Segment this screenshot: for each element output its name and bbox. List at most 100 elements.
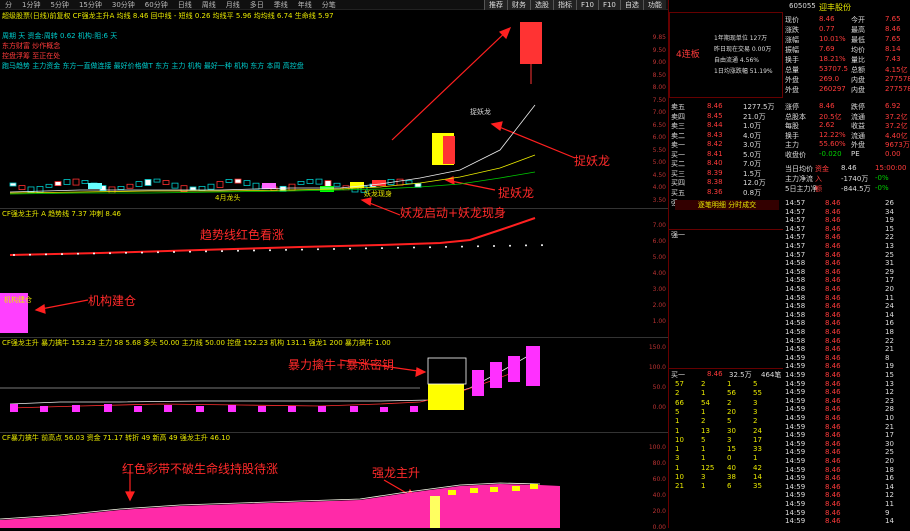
sub2-bar (410, 406, 418, 412)
quote-cell: 37.2亿 (885, 112, 908, 121)
trend-dot (429, 246, 431, 249)
quote-cell: 涨停 (785, 103, 799, 111)
annotation-yaolongqidong: 妖龙启动+妖龙现身 (400, 206, 507, 220)
sub2-bar (104, 404, 112, 412)
quote-cell: 8.46 (885, 25, 901, 33)
bid-queue-cell: 17 (753, 435, 762, 444)
candle (18, 185, 26, 190)
quote-cell: 买五 (671, 188, 685, 197)
bid-queue-cell: 30 (727, 426, 736, 435)
quote-cell: -0.020 (819, 149, 842, 158)
tick-time: 14:59 (785, 457, 806, 465)
kline-chart[interactable] (0, 0, 668, 528)
chart-small-label: 妖龙现身 (364, 190, 392, 198)
tick-vol: 13 (885, 242, 894, 250)
ma-line-white (9, 104, 536, 193)
sub2-bar (380, 407, 388, 412)
quote-cell: 主力 (785, 141, 799, 149)
tick-time: 14:57 (785, 224, 806, 233)
trade-tab[interactable]: 逐笔明细 分时成交 (675, 200, 779, 210)
chart-small-label: 机构建仓 (4, 296, 32, 304)
tick-time: 14:58 (785, 310, 806, 319)
tick-price: 8.46 (825, 216, 841, 225)
bid-queue-cell: 1 (701, 389, 706, 398)
bid-vol: 32.5万 (729, 371, 752, 379)
quote-cell: 8.36 (707, 187, 723, 196)
bid-queue-cell: 33 (753, 445, 762, 454)
tick-time: 14:59 (785, 517, 806, 526)
tick-price: 8.46 (825, 199, 841, 207)
quote-cell: 3.0万 (743, 141, 762, 149)
tick-price: 8.46 (825, 267, 841, 276)
sub2-bar (40, 406, 48, 412)
quote-cell: 55.60% (819, 140, 846, 148)
quote-cell: 外盘 (785, 86, 799, 94)
main-candles (9, 22, 542, 194)
candle (405, 180, 413, 185)
trend-dot (157, 251, 159, 254)
bid-queue-cell: 2 (701, 380, 706, 388)
trend-dot (125, 251, 127, 254)
axis-tick: 100.0 (648, 444, 666, 451)
trend-dot (173, 251, 175, 253)
candle (306, 179, 314, 184)
tick-price: 8.46 (825, 259, 841, 268)
annotation-arrows (34, 26, 576, 502)
trend-dot (221, 250, 223, 253)
axis-tick: 40.0 (652, 492, 666, 499)
axis-tick: 0.00 (652, 404, 666, 411)
tick-vol: 8 (885, 353, 890, 362)
annotation-jigoujiancang: 机构建仓 (88, 294, 137, 308)
bid-price: 8.46 (707, 370, 723, 378)
quote-cell: 收益 (851, 122, 865, 130)
bid-queue-cell: 1 (727, 380, 732, 388)
tick-time: 14:58 (785, 302, 806, 311)
trend-dot (509, 244, 511, 247)
tick-price: 8.46 (825, 285, 841, 293)
quote-cell: 内盘 (851, 86, 865, 94)
trend-dot (525, 244, 527, 247)
bid-queue-cell: 54 (701, 398, 710, 407)
candle (54, 181, 62, 186)
candle (297, 181, 305, 185)
trend-dot (349, 247, 351, 250)
axis-tick: 9.00 (652, 59, 666, 66)
sub3-mark (512, 486, 520, 491)
sub2-bar (318, 406, 326, 412)
trend-dot (333, 248, 335, 250)
tick-vol: 20 (885, 285, 894, 293)
quote-cell: 主力净流 (785, 175, 813, 183)
axis-tick: 7.50 (652, 96, 666, 104)
quote-cell: 卖五 (671, 103, 685, 111)
bid-queue-cell: 24 (753, 426, 762, 435)
tick-vol: 20 (885, 457, 894, 465)
quote-cell: 入 (815, 175, 822, 183)
axis-tick: 7.00 (652, 222, 666, 229)
quote-cell: 0.00 (885, 149, 901, 158)
candle-highlight (520, 22, 542, 64)
tick-vol: 10 (885, 414, 894, 422)
tick-price: 8.46 (825, 508, 841, 517)
trend-dot (445, 245, 447, 248)
candle (315, 178, 323, 185)
axis-tick: 6.00 (652, 238, 666, 245)
quote-cell: 涨跌 (785, 26, 799, 34)
tick-vol: 19 (885, 362, 894, 371)
candle (126, 183, 134, 189)
quote-cell: 卖四 (671, 112, 685, 121)
tick-price: 8.46 (825, 224, 841, 233)
quote-cell: 资金 (815, 165, 829, 173)
quote-cell: -0% (875, 174, 889, 182)
annotation-qushixian: 趋势线红色看涨 (200, 228, 285, 242)
quote-cell: 均价 (851, 46, 865, 54)
candle (117, 186, 125, 190)
bid-queue-cell: 1 (701, 407, 706, 416)
candle (333, 182, 341, 187)
quote-cell: 18.21% (819, 55, 846, 63)
tick-price: 8.46 (825, 207, 841, 216)
tick-price: 8.46 (825, 396, 841, 405)
annotation-qianglong: 强龙主升 (372, 466, 421, 480)
trend-dot (493, 245, 495, 247)
trend-dot (413, 246, 415, 249)
tick-price: 8.46 (825, 250, 841, 259)
